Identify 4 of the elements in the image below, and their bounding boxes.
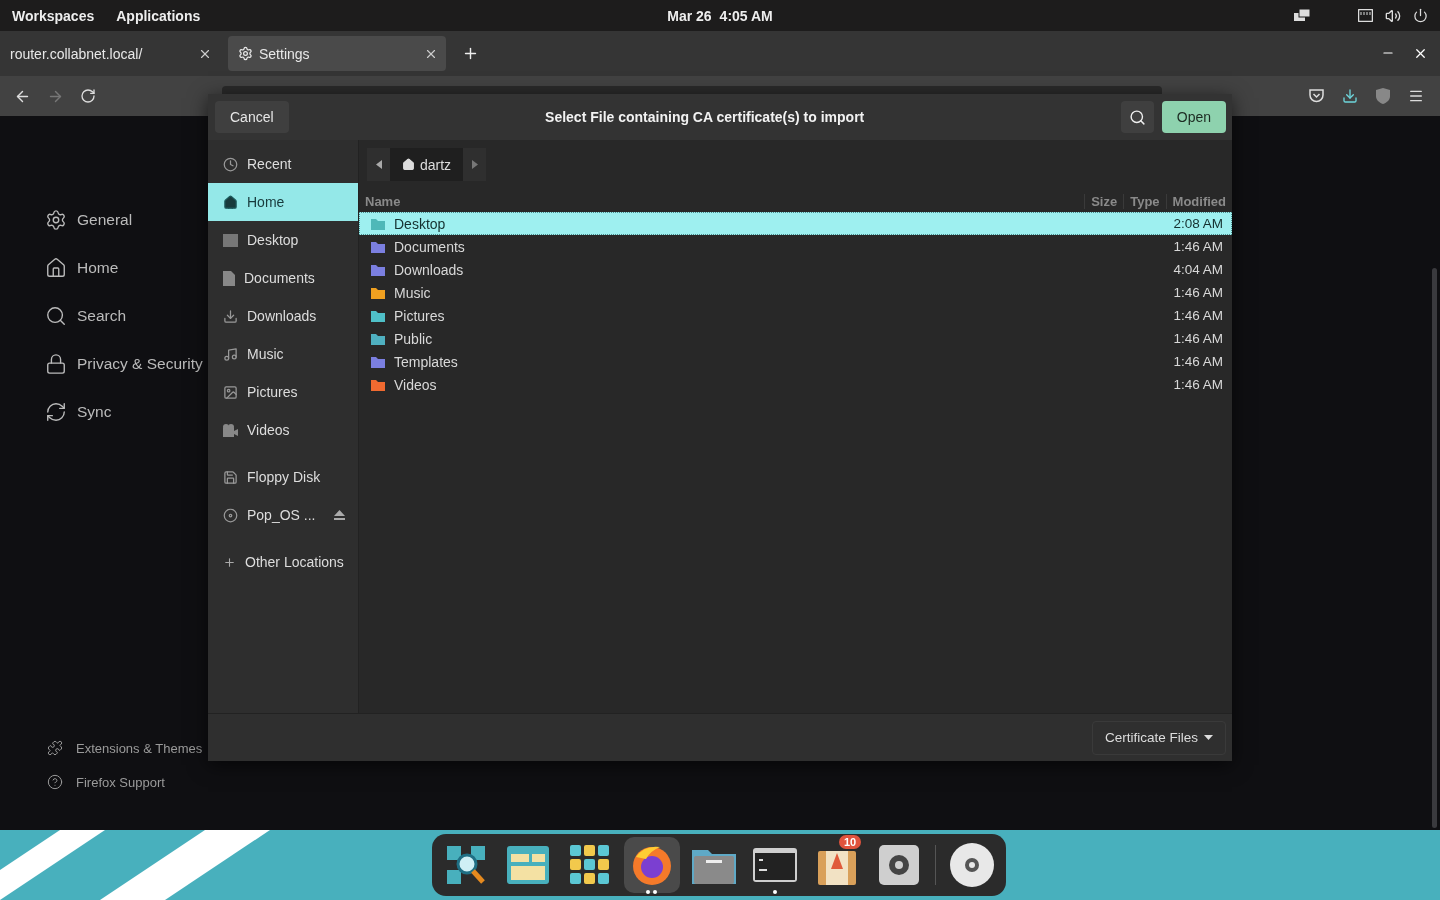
date-text: Mar 26 bbox=[667, 7, 712, 24]
clock-text: 4:05 AM bbox=[719, 7, 773, 24]
dialog-title: Select File containing CA certificate(s) to import bbox=[544, 109, 866, 125]
notification-badge: 10 bbox=[839, 835, 862, 849]
